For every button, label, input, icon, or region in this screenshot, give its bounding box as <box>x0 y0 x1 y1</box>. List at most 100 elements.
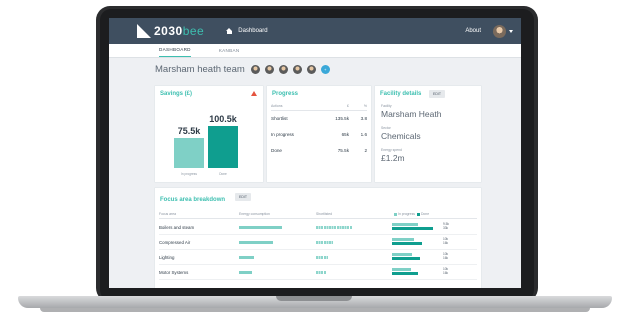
column-header: Energy consumption <box>239 212 270 216</box>
savings-title: Savings (£) <box>160 91 193 97</box>
done-bar <box>392 227 433 230</box>
bar-category-done: Done <box>219 172 227 176</box>
facility-label: Facility <box>381 104 392 108</box>
table-row[interactable]: Done 75.5k 2 <box>271 148 367 153</box>
caret-down-icon[interactable] <box>509 29 513 33</box>
nav-dashboard-label: Dashboard <box>238 28 268 34</box>
focus-edit-button[interactable]: EDIT <box>235 193 251 201</box>
in-progress-bar <box>392 238 414 241</box>
shortlisted-bar <box>316 256 328 259</box>
value-done: 16k <box>443 241 449 246</box>
status-cell: In progress <box>271 132 294 137</box>
focus-values: 9.5k 33k <box>443 222 449 230</box>
table-row[interactable]: Motor Systems 10k 16k <box>159 265 477 280</box>
focus-area-name: Motor Systems <box>159 270 189 275</box>
focus-table-header: Focus area Energy consumption Shortliste… <box>159 212 477 219</box>
add-team-member-button[interactable]: + <box>320 64 330 74</box>
bar-done <box>208 126 238 168</box>
bar-value-in-progress: 75.5k <box>177 126 201 136</box>
column-header: £ <box>347 104 349 108</box>
focus-area-name: Lighting <box>159 255 175 260</box>
done-bar <box>392 257 420 260</box>
laptop-shadow <box>40 308 590 312</box>
energy-consumption-bar <box>239 226 283 229</box>
value-done: 33k <box>443 226 449 231</box>
column-header: Shortlisted <box>316 212 333 216</box>
legend-swatch-done <box>416 212 420 216</box>
column-header: % <box>363 104 367 108</box>
team-member-avatar[interactable] <box>250 64 260 74</box>
focus-area-name: Boilers and steam <box>159 225 195 230</box>
facility-edit-button[interactable]: EDIT <box>429 90 445 98</box>
app-screen: 2030bee Dashboard About DASHBOARD KANBAN… <box>109 18 521 288</box>
logo-text: 2030 <box>154 24 183 38</box>
progress-card: Progress Actions £ % Shortlist 135.5k 3.… <box>267 86 371 182</box>
tab-kanban[interactable]: KANBAN <box>219 48 240 57</box>
column-header: Focus area <box>159 212 176 216</box>
shortlisted-bar <box>316 271 326 274</box>
in-progress-bar <box>392 253 413 256</box>
done-bar <box>392 272 419 275</box>
bar-in-progress <box>174 138 204 168</box>
value-done: 16k <box>443 271 449 276</box>
logo-mark-icon <box>137 24 151 38</box>
user-avatar[interactable] <box>493 24 506 38</box>
percent-cell: 1.6 <box>360 132 367 137</box>
percent-cell: 3.8 <box>360 116 367 121</box>
table-row[interactable]: Lighting 10k 16k <box>159 250 477 265</box>
warning-icon[interactable] <box>251 91 257 96</box>
table-row[interactable]: In progress 65k 1.6 <box>271 132 367 137</box>
shortlisted-bar <box>316 241 333 244</box>
about-link[interactable]: About <box>465 28 481 34</box>
home-icon <box>226 28 233 34</box>
sector-label: Sector <box>381 126 391 130</box>
focus-values: 10k 16k <box>443 237 448 245</box>
facility-card: Facility details EDIT Facility Marsham H… <box>375 86 481 182</box>
progress-legend: In progress Done <box>392 212 429 216</box>
sector-value: Chemicals <box>381 131 421 141</box>
table-row[interactable]: Boilers and steam 9.5k 33k <box>159 220 477 235</box>
energy-spend-label: Energy spend <box>381 148 402 152</box>
bar-category-in-progress: In progress <box>181 172 197 176</box>
legend-in-progress: In progress <box>398 212 415 216</box>
team-header: Marsham heath team + <box>109 58 521 80</box>
in-progress-bar <box>392 268 412 271</box>
bar-value-done: 100.5k <box>209 114 237 124</box>
logo-suffix: bee <box>182 24 205 38</box>
table-row[interactable]: Compressed Air 10k 16k <box>159 235 477 250</box>
focus-area-card: Focus area breakdown EDIT Focus area Ene… <box>155 188 481 288</box>
status-cell: Shortlist <box>271 116 288 121</box>
energy-spend-value: £1.2m <box>381 153 405 163</box>
status-cell: Done <box>271 148 282 153</box>
logo[interactable]: 2030bee <box>137 18 204 44</box>
legend-done: Done <box>420 212 430 216</box>
page-title: Marsham heath team <box>155 63 245 75</box>
column-header: Actions <box>271 104 283 108</box>
tab-dashboard[interactable]: DASHBOARD <box>159 47 191 57</box>
focus-values: 10k 16k <box>443 252 448 260</box>
legend-swatch-in-progress <box>394 212 397 216</box>
table-row[interactable]: Shortlist 135.5k 3.8 <box>271 116 367 121</box>
in-progress-bar <box>392 223 419 226</box>
team-member-avatar[interactable] <box>306 64 316 74</box>
nav-dashboard-link[interactable]: Dashboard <box>226 28 268 34</box>
amount-cell: 135.5k <box>335 116 349 121</box>
team-member-avatar[interactable] <box>278 64 288 74</box>
progress-table-header: Actions £ % <box>271 104 367 111</box>
savings-card: Savings (£) 75.5k 100.5k In progress Don… <box>155 86 263 182</box>
team-member-avatar[interactable] <box>264 64 274 74</box>
done-bar <box>392 242 422 245</box>
energy-consumption-bar <box>239 271 252 274</box>
value-done: 16k <box>443 256 449 261</box>
progress-title: Progress <box>272 91 299 97</box>
focus-values: 10k 16k <box>443 267 448 275</box>
percent-cell: 2 <box>364 148 367 153</box>
team-member-avatar[interactable] <box>292 64 302 74</box>
shortlisted-bar <box>316 226 352 229</box>
energy-consumption-bar <box>239 241 273 244</box>
laptop-notch <box>276 296 352 301</box>
focus-title: Focus area breakdown <box>160 197 226 203</box>
facility-value: Marsham Heath <box>381 109 442 119</box>
focus-area-name: Compressed Air <box>159 240 191 245</box>
top-navbar: 2030bee Dashboard About <box>109 18 521 44</box>
